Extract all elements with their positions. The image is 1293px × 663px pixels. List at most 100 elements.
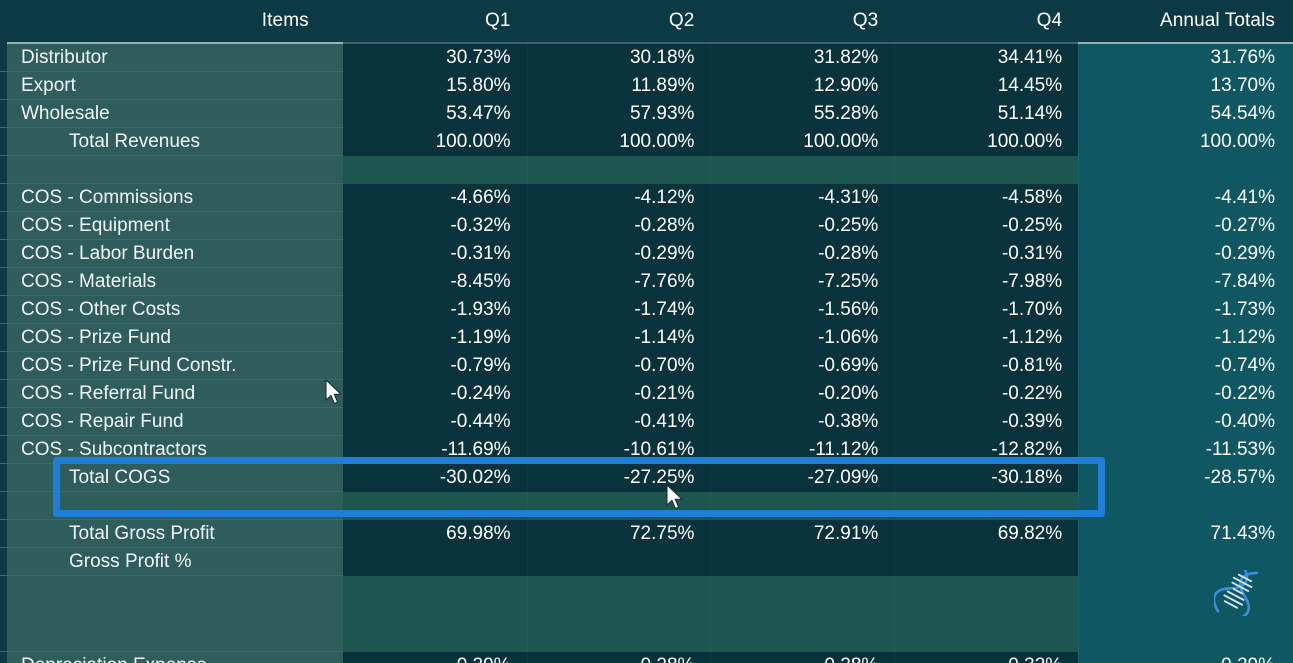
cell-q2[interactable]: -10.61% [526, 436, 711, 464]
cell-annual[interactable] [1078, 576, 1293, 652]
row-label-cell[interactable] [0, 576, 343, 652]
cell-q3[interactable]: -11.12% [710, 436, 895, 464]
row-label-cell[interactable]: COS - Subcontractors [0, 436, 343, 464]
matrix-row[interactable]: Wholesale 53.47% 57.93% 55.28% 51.14% 54.54% [0, 100, 1293, 128]
cell-q1[interactable] [342, 156, 527, 184]
column-header-q3[interactable]: Q3 [710, 10, 894, 32]
cell-q1[interactable]: -0.31% [342, 240, 527, 268]
row-label-cell[interactable]: COS - Labor Burden [0, 240, 343, 268]
row-label-cell[interactable]: Total Gross Profit [0, 520, 343, 548]
cell-annual[interactable]: -7.84% [1078, 268, 1293, 296]
row-label-cell[interactable]: Total COGS [0, 464, 343, 492]
cell-q2[interactable]: 11.89% [526, 72, 711, 100]
cell-q3[interactable]: -27.09% [710, 464, 895, 492]
cell-annual[interactable]: 71.43% [1078, 520, 1293, 548]
row-label-cell[interactable]: Distributor [0, 44, 343, 72]
cell-q1[interactable]: -0.29% [342, 652, 527, 663]
matrix-row[interactable]: Gross Profit % [0, 548, 1293, 576]
cell-annual[interactable]: -0.29% [1078, 240, 1293, 268]
cell-q2[interactable]: -0.28% [526, 652, 711, 663]
cell-q4[interactable]: -0.32% [894, 652, 1079, 663]
cell-q1[interactable]: -8.45% [342, 268, 527, 296]
cell-q1[interactable]: -0.79% [342, 352, 527, 380]
matrix-row[interactable]: COS - Equipment -0.32% -0.28% -0.25% -0.25% -… [0, 212, 1293, 240]
matrix-row[interactable]: COS - Other Costs -1.93% -1.74% -1.56% -1.70… [0, 296, 1293, 324]
cell-q2[interactable]: -1.74% [526, 296, 711, 324]
cell-q1[interactable] [342, 576, 527, 652]
cell-q1[interactable]: -0.44% [342, 408, 527, 436]
matrix-row[interactable]: Total Gross Profit 69.98% 72.75% 72.91% 69.8… [0, 520, 1293, 548]
cell-q4[interactable]: 14.45% [894, 72, 1079, 100]
cell-q1[interactable] [342, 492, 527, 520]
column-header-q4[interactable]: Q4 [894, 10, 1078, 32]
cell-q2[interactable]: -0.28% [526, 212, 711, 240]
cell-q1[interactable]: -0.32% [342, 212, 527, 240]
cell-annual[interactable]: -0.40% [1078, 408, 1293, 436]
cell-q3[interactable]: -0.25% [710, 212, 895, 240]
cell-q2[interactable]: 72.75% [526, 520, 711, 548]
cell-q2[interactable] [526, 156, 711, 184]
cell-q2[interactable]: 100.00% [526, 128, 711, 156]
cell-q4[interactable]: 100.00% [894, 128, 1079, 156]
cell-q4[interactable]: -0.22% [894, 380, 1079, 408]
cell-q4[interactable]: -4.58% [894, 184, 1079, 212]
matrix-row[interactable]: COS - Subcontractors -11.69% -10.61% -11.12… [0, 436, 1293, 464]
cell-q4[interactable]: -1.70% [894, 296, 1079, 324]
matrix-row[interactable]: COS - Repair Fund -0.44% -0.41% -0.38% -0.39… [0, 408, 1293, 436]
cell-annual[interactable]: 54.54% [1078, 100, 1293, 128]
row-label-cell[interactable]: COS - Equipment [0, 212, 343, 240]
row-label-cell[interactable]: Wholesale [0, 100, 343, 128]
cell-q2[interactable]: 30.18% [526, 44, 711, 72]
row-label-cell[interactable]: COS - Prize Fund Constr. [0, 352, 343, 380]
cell-q1[interactable]: 53.47% [342, 100, 527, 128]
matrix-row[interactable]: COS - Prize Fund -1.19% -1.14% -1.06% -1.12%… [0, 324, 1293, 352]
row-label-cell[interactable]: Total Revenues [0, 128, 343, 156]
cell-q1[interactable]: -1.19% [342, 324, 527, 352]
cell-annual[interactable]: -0.27% [1078, 212, 1293, 240]
cell-q3[interactable] [710, 576, 895, 652]
cell-annual[interactable]: -0.22% [1078, 380, 1293, 408]
cell-q3[interactable]: -0.38% [710, 408, 895, 436]
cell-q4[interactable]: -30.18% [894, 464, 1079, 492]
cell-q2[interactable] [526, 548, 711, 576]
row-label-cell[interactable]: Gross Profit % [0, 548, 343, 576]
cell-q2[interactable]: -27.25% [526, 464, 711, 492]
cell-annual[interactable]: -1.73% [1078, 296, 1293, 324]
cell-q1[interactable]: 30.73% [342, 44, 527, 72]
cell-q3[interactable]: -1.56% [710, 296, 895, 324]
matrix-row[interactable]: COS - Labor Burden -0.31% -0.29% -0.28% -0.3… [0, 240, 1293, 268]
cell-q4[interactable] [894, 548, 1079, 576]
matrix-row[interactable]: COS - Materials -8.45% -7.76% -7.25% -7.98% -… [0, 268, 1293, 296]
cell-q3[interactable]: -4.31% [710, 184, 895, 212]
cell-q2[interactable]: -0.29% [526, 240, 711, 268]
cell-annual[interactable]: -28.57% [1078, 464, 1293, 492]
cell-q4[interactable]: -12.82% [894, 436, 1079, 464]
cell-annual[interactable]: -1.12% [1078, 324, 1293, 352]
column-header-annual[interactable]: Annual Totals [1078, 10, 1293, 32]
row-label-cell[interactable]: COS - Materials [0, 268, 343, 296]
row-label-cell[interactable]: COS - Commissions [0, 184, 343, 212]
cell-q2[interactable]: -1.14% [526, 324, 711, 352]
matrix-row[interactable]: Distributor 30.73% 30.18% 31.82% 34.41% 31.76… [0, 44, 1293, 72]
matrix-row[interactable]: COS - Referral Fund -0.24% -0.21% -0.20% -0.… [0, 380, 1293, 408]
column-header-q2[interactable]: Q2 [527, 10, 711, 32]
cell-q1[interactable]: -4.66% [342, 184, 527, 212]
cell-q2[interactable]: -7.76% [526, 268, 711, 296]
cell-q3[interactable]: 100.00% [710, 128, 895, 156]
cell-q4[interactable]: -0.39% [894, 408, 1079, 436]
cell-q4[interactable]: 34.41% [894, 44, 1079, 72]
row-label-cell[interactable]: COS - Referral Fund [0, 380, 343, 408]
row-label-cell[interactable]: COS - Other Costs [0, 296, 343, 324]
row-label-cell[interactable] [0, 492, 343, 520]
column-header-q1[interactable]: Q1 [343, 10, 527, 32]
cell-annual[interactable]: -11.53% [1078, 436, 1293, 464]
cell-annual[interactable]: 100.00% [1078, 128, 1293, 156]
matrix-row[interactable]: COS - Prize Fund Constr. -0.79% -0.70% -0.6… [0, 352, 1293, 380]
cell-q3[interactable]: -0.20% [710, 380, 895, 408]
cell-q1[interactable]: -1.93% [342, 296, 527, 324]
row-label-cell[interactable]: COS - Prize Fund [0, 324, 343, 352]
cell-q2[interactable]: 57.93% [526, 100, 711, 128]
cell-q1[interactable]: 100.00% [342, 128, 527, 156]
row-label-cell[interactable]: Depreciation Expense [0, 652, 343, 663]
cell-q1[interactable] [342, 548, 527, 576]
